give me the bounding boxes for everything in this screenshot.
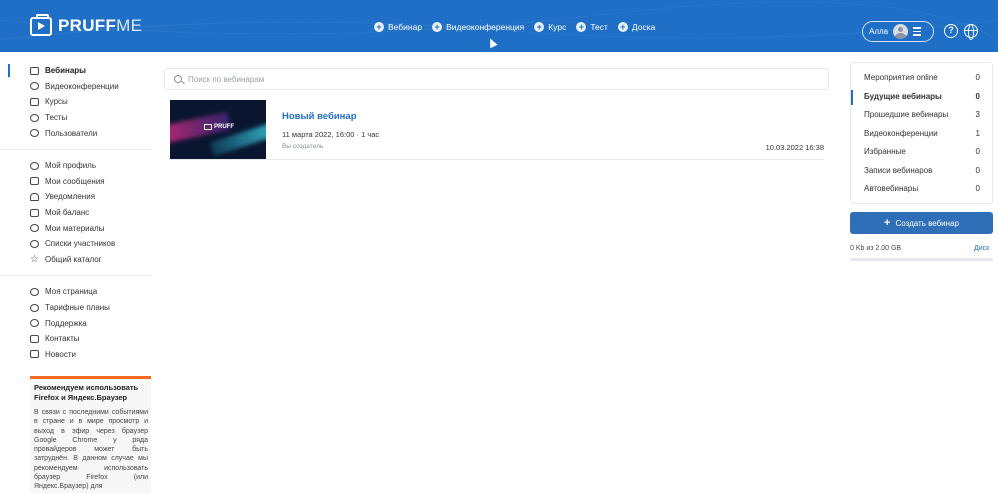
webinar-filter-panel: Мероприятия online 0 Будущие вебинары 0 Пр… xyxy=(850,62,993,204)
sidebar-item-balance[interactable]: Мой баланс xyxy=(0,205,152,221)
thumbnail-logo: PRUFF xyxy=(204,124,234,130)
webinar-role: Вы создатель xyxy=(282,143,324,150)
sidebar-item-webinars[interactable]: Вебинары xyxy=(0,63,152,79)
webinar-icon xyxy=(30,66,39,75)
user-name: Алла xyxy=(869,27,889,36)
sidebar-item-plans[interactable]: Тарифные планы xyxy=(0,300,152,316)
hamburger-icon xyxy=(913,27,922,36)
logo-text: PRUFFME xyxy=(58,16,143,35)
plus-icon: + xyxy=(374,22,384,32)
sidebar-item-profile[interactable]: Мой профиль xyxy=(0,158,152,174)
users-icon xyxy=(30,129,39,138)
sidebar-item-notifications[interactable]: Уведомления xyxy=(0,189,152,205)
help-icon[interactable]: ? xyxy=(944,24,958,38)
sidebar-item-news[interactable]: Новости xyxy=(0,347,152,363)
globe-icon[interactable] xyxy=(964,23,978,40)
webinar-date: 11 марта 2022, 16:00 · 1 час xyxy=(282,130,380,139)
count-badge: 0 xyxy=(975,91,980,101)
sidebar-item-catalog[interactable]: ☆ Общий каталог xyxy=(0,252,152,268)
star-icon: ☆ xyxy=(30,253,39,265)
create-webinar-link[interactable]: + Вебинар xyxy=(374,22,422,32)
plus-icon: + xyxy=(617,22,628,32)
sidebar-item-my-page[interactable]: Моя страница xyxy=(0,284,152,300)
filter-online-events[interactable]: Мероприятия online 0 xyxy=(851,69,992,88)
create-test-link[interactable]: + Тест xyxy=(576,22,608,32)
sidebar-group-main: Вебинары Видеоконференции Курсы Тесты По… xyxy=(0,60,152,150)
avatar xyxy=(893,24,909,39)
count-badge: 3 xyxy=(975,110,980,119)
sidebar-item-videoconferences[interactable]: Видеоконференции xyxy=(0,79,152,95)
sidebar-item-materials[interactable]: Мои материалы xyxy=(0,220,152,236)
filter-recordings[interactable]: Записи вебинаров 0 xyxy=(851,162,992,181)
sidebar-item-participant-lists[interactable]: Списки участников xyxy=(0,236,152,252)
logo-icon xyxy=(30,13,52,36)
count-badge: 0 xyxy=(975,184,980,193)
count-badge: 0 xyxy=(975,73,980,82)
plans-icon xyxy=(30,303,39,312)
headset-icon xyxy=(30,319,39,328)
sidebar-item-messages[interactable]: Мои сообщения xyxy=(0,174,152,190)
create-menu: + Вебинар + Видеоконференция + Курс + Тест +… xyxy=(374,22,655,32)
create-webinar-button[interactable]: + Создать вебинар xyxy=(850,212,993,234)
sidebar-item-tests[interactable]: Тесты xyxy=(0,110,152,126)
plus-icon: + xyxy=(432,22,443,32)
logo[interactable]: PRUFFME xyxy=(30,13,143,36)
materials-icon xyxy=(30,224,39,233)
search-bar xyxy=(164,68,829,90)
plus-icon: + xyxy=(576,22,587,32)
browser-recommendation-notice: Рекомендуем использовать Firefox и Яндек… xyxy=(30,376,151,493)
sidebar-group-info: Моя страница Тарифные планы Поддержка Ко… xyxy=(0,276,152,370)
notice-text: В связи с последними событиями в стране … xyxy=(34,409,148,491)
bell-icon xyxy=(30,192,39,201)
courses-icon xyxy=(30,97,39,106)
messages-icon xyxy=(30,177,39,186)
participants-icon xyxy=(30,239,39,248)
notice-title: Рекомендуем использовать Firefox и Яндек… xyxy=(34,383,139,402)
user-menu-button[interactable]: Алла xyxy=(862,21,934,42)
create-course-link[interactable]: + Курс xyxy=(534,22,566,32)
plus-icon: + xyxy=(884,217,891,229)
logo-icon xyxy=(204,124,212,130)
plus-icon: + xyxy=(534,22,545,32)
broadcast-icon xyxy=(30,82,39,91)
count-badge: 0 xyxy=(975,147,980,156)
sidebar-item-courses[interactable]: Курсы xyxy=(0,94,152,110)
disk-usage-text: 0 Kb из 2.00 GB xyxy=(850,245,902,252)
tests-icon xyxy=(30,113,39,122)
filter-favorites[interactable]: Избранные 0 xyxy=(851,143,992,162)
webinar-created-timestamp: 10.03.2022 16:38 xyxy=(765,143,824,152)
sidebar-group-account: Мой профиль Мои сообщения Уведомления Мо… xyxy=(0,150,152,277)
webinar-thumbnail[interactable]: PRUFF xyxy=(170,100,266,159)
search-icon xyxy=(174,75,182,83)
wallet-icon xyxy=(30,208,39,217)
count-badge: 0 xyxy=(975,165,980,175)
sidebar-item-users[interactable]: Пользователи xyxy=(0,125,152,141)
disk-usage-bar xyxy=(850,258,993,261)
create-board-link[interactable]: + Доска xyxy=(617,22,655,32)
webinar-list-item[interactable]: PRUFF Новый вебинар 11 марта 2022, 16:00… xyxy=(170,100,824,160)
contacts-icon xyxy=(30,334,39,343)
sidebar-item-contacts[interactable]: Контакты xyxy=(0,331,152,347)
profile-gear-icon xyxy=(30,161,39,170)
filter-upcoming-webinars[interactable]: Будущие вебинары 0 xyxy=(851,88,992,107)
top-header: PRUFFME + Вебинар + Видеоконференция + Курс… xyxy=(0,0,998,52)
megaphone-icon xyxy=(30,350,39,359)
create-videoconference-link[interactable]: + Видеоконференция xyxy=(432,22,524,32)
my-page-icon xyxy=(30,287,39,296)
search-input[interactable] xyxy=(188,74,788,84)
sidebar-item-support[interactable]: Поддержка xyxy=(0,315,152,331)
count-badge: 1 xyxy=(975,128,980,138)
filter-autowebinars[interactable]: Автовебинары 0 xyxy=(851,180,992,199)
filter-past-webinars[interactable]: Прошедшие вебинары 3 xyxy=(851,106,992,125)
webinar-title-link[interactable]: Новый вебинар xyxy=(282,111,357,122)
filter-videoconferences[interactable]: Видеоконференции 1 xyxy=(851,125,992,144)
disk-link[interactable]: Диск xyxy=(974,245,989,252)
